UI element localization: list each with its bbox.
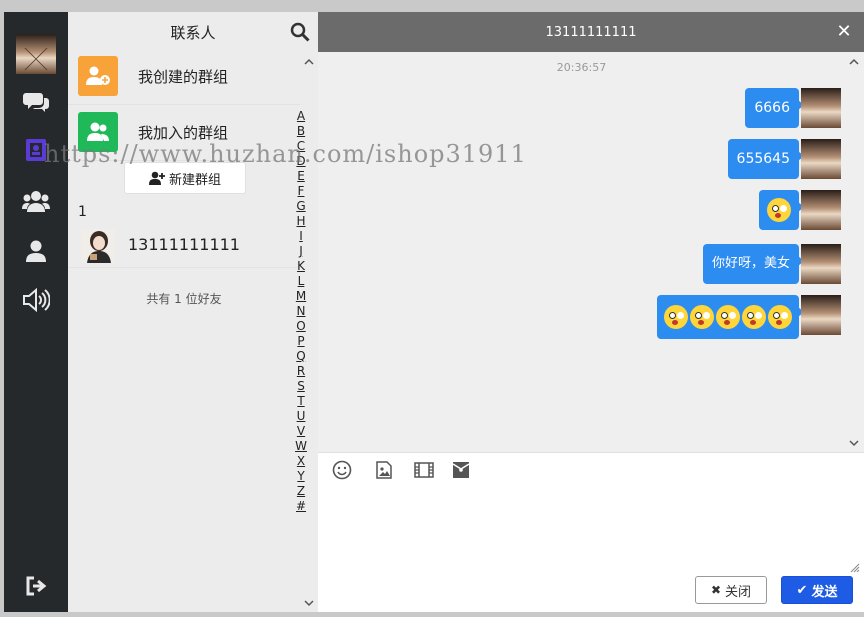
message-timestamp: 20:36:57: [556, 61, 607, 74]
close-button[interactable]: ✖ 关闭: [695, 576, 767, 604]
create-group-icon: [78, 56, 118, 96]
contacts-panel: 联系人 我创建的群组 我加入的群组 新建群组 1 13111111111 共有 …: [68, 12, 318, 612]
joined-group-icon: [78, 112, 118, 152]
group-label: 我加入的群组: [138, 124, 229, 142]
send-button[interactable]: ✔ 发送: [781, 576, 853, 604]
contact-name: 13111111111: [128, 235, 240, 254]
group-label: 我创建的群组: [138, 68, 229, 86]
chat-icon[interactable]: [4, 82, 68, 122]
contact-avatar: [81, 229, 115, 263]
send-button-label: 发送: [811, 584, 838, 600]
my-created-groups-item[interactable]: 我创建的群组: [68, 52, 300, 105]
sender-avatar: [801, 244, 841, 284]
new-group-button[interactable]: 新建群组: [124, 162, 246, 194]
message-row: 你好呀，美女: [318, 244, 845, 284]
new-group-label: 新建群组: [168, 172, 221, 188]
contacts-title: 联系人: [170, 23, 216, 42]
message-row: [318, 190, 845, 230]
message-row: 6666: [318, 88, 845, 128]
user-icon[interactable]: [4, 231, 68, 271]
message-scrollbar[interactable]: [845, 52, 864, 452]
user-avatar[interactable]: [16, 34, 56, 74]
message-input[interactable]: [318, 494, 864, 574]
contacts-scrollbar[interactable]: [301, 52, 318, 612]
chat-window: 联系人 我创建的群组 我加入的群组 新建群组 1 13111111111 共有 …: [4, 12, 864, 612]
message-row: [318, 295, 845, 339]
compose-toolbar: [318, 452, 864, 493]
left-rail: [4, 12, 68, 612]
sender-avatar: [801, 139, 841, 179]
video-icon[interactable]: [413, 459, 435, 481]
my-joined-groups-item[interactable]: 我加入的群组: [68, 108, 300, 161]
group-icon[interactable]: [4, 181, 68, 221]
sender-avatar: [801, 88, 841, 128]
emoji-icon: [716, 305, 740, 329]
emoji-message-bubble: [657, 295, 804, 339]
friend-count: 共有 1 位好友: [146, 292, 222, 306]
close-button-label: 关闭: [725, 584, 752, 600]
emoji-icon[interactable]: [331, 459, 353, 481]
chat-panel: 13111111111 ✕ 20:36:57 6666 655645 你好呀，美…: [318, 12, 864, 612]
check-icon: ✔: [796, 582, 808, 598]
emoji-icon: [767, 198, 791, 222]
emoji-icon: [768, 305, 792, 329]
message-row: 655645: [318, 139, 845, 179]
contact-section-heading: 1: [78, 204, 87, 220]
red-packet-icon[interactable]: [450, 459, 472, 481]
emoji-icon: [690, 305, 714, 329]
close-icon: ✖: [710, 583, 722, 597]
emoji-icon: [664, 305, 688, 329]
emoji-icon: [742, 305, 766, 329]
resize-grip-icon[interactable]: [848, 558, 860, 573]
message-bubble: 655645: [727, 139, 805, 179]
contacts-book-icon[interactable]: [4, 130, 68, 170]
message-bubble: 6666: [745, 88, 804, 128]
contact-item[interactable]: 13111111111: [68, 223, 300, 268]
close-icon[interactable]: ✕: [834, 22, 854, 42]
message-area: 20:36:57 6666 655645 你好呀，美女: [318, 52, 845, 452]
message-bubble: 你好呀，美女: [702, 244, 805, 284]
emoji-message-bubble: [759, 190, 804, 230]
sender-avatar: [801, 190, 841, 230]
add-user-icon: [148, 171, 165, 185]
image-icon[interactable]: [373, 459, 395, 481]
logout-icon[interactable]: [4, 566, 68, 606]
search-icon[interactable]: [290, 22, 310, 42]
speaker-icon[interactable]: [4, 280, 68, 320]
chat-title: 13111111111: [318, 12, 864, 52]
sender-avatar: [801, 295, 841, 335]
